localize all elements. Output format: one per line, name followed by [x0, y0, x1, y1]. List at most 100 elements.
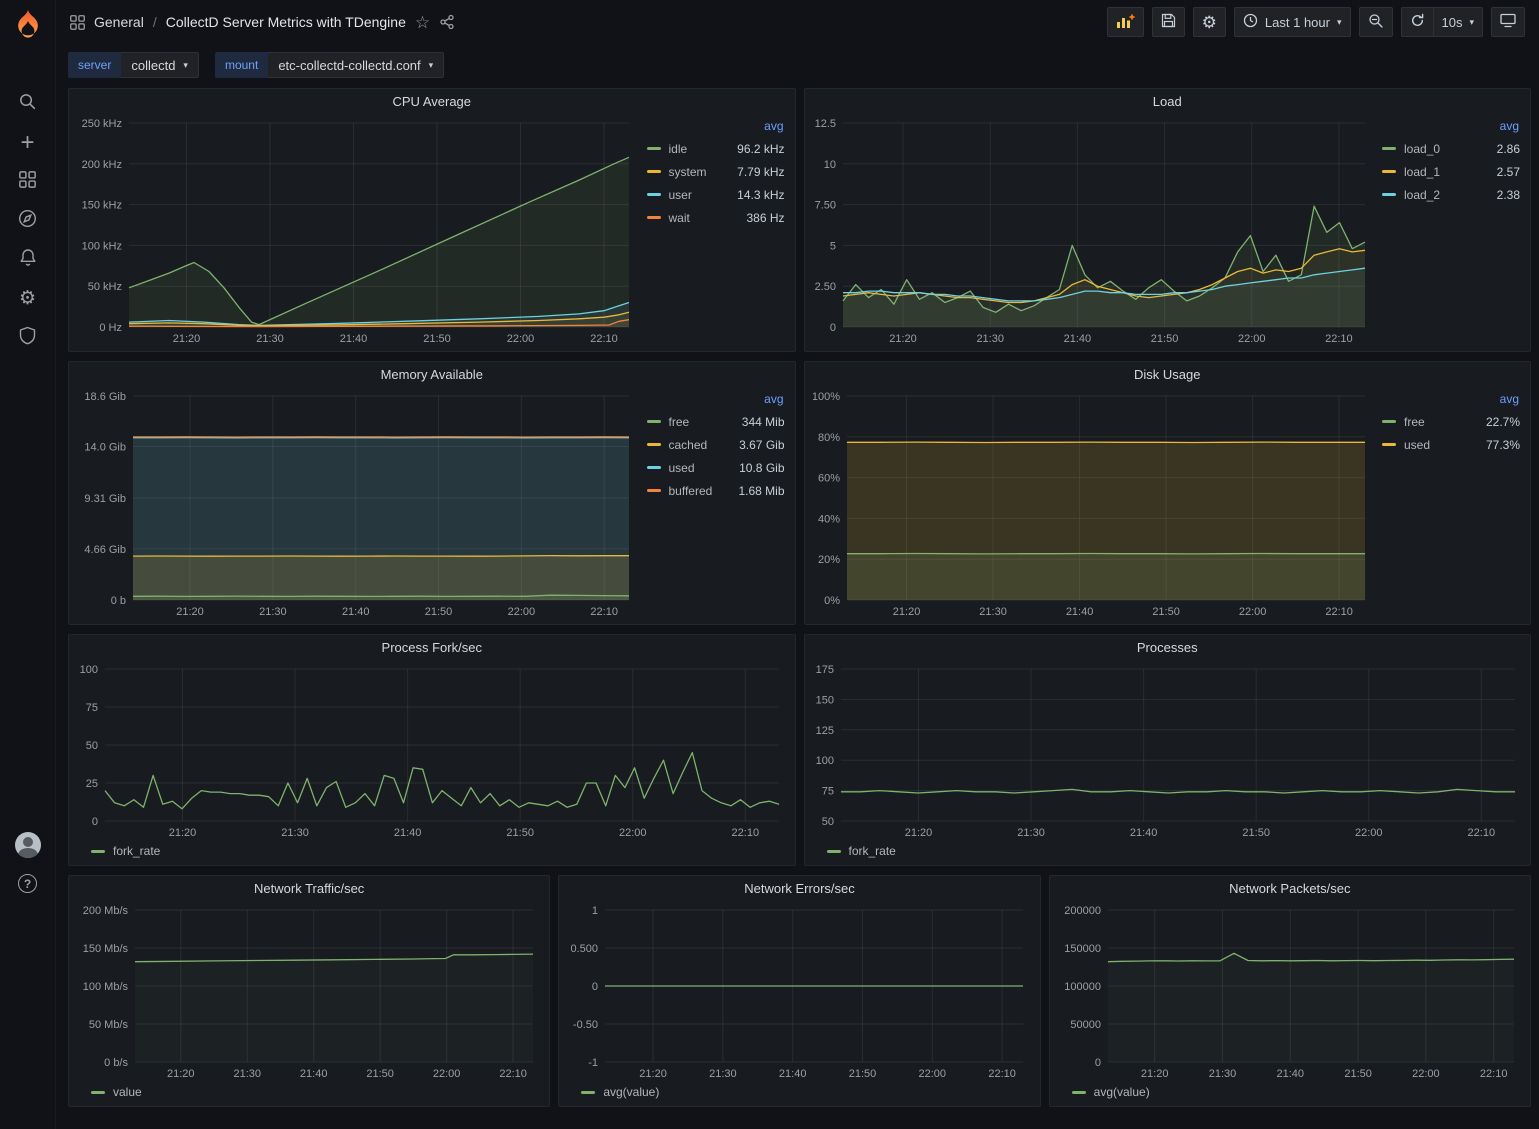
- sidebar-item-configuration[interactable]: ⚙: [0, 279, 56, 318]
- panel-title[interactable]: Network Traffic/sec: [69, 876, 549, 902]
- panel-title[interactable]: Network Packets/sec: [1050, 876, 1530, 902]
- svg-text:21:30: 21:30: [259, 606, 287, 618]
- star-icon[interactable]: ☆: [415, 14, 430, 31]
- legend-item[interactable]: fork_rate: [91, 841, 160, 861]
- legend-series-label: used: [1404, 438, 1430, 452]
- refresh-interval-label: 10s: [1442, 15, 1463, 30]
- svg-text:50 Mb/s: 50 Mb/s: [89, 1019, 129, 1031]
- chart-plot[interactable]: -1-0.5000.500121:2021:3021:4021:5022:002…: [567, 902, 1031, 1082]
- legend-item[interactable]: buffered1.68 Mib: [647, 479, 785, 502]
- chart-plot[interactable]: 05000010000015000020000021:2021:3021:402…: [1058, 902, 1522, 1082]
- legend-swatch: [91, 1091, 105, 1094]
- legend-item[interactable]: free22.7%: [1382, 410, 1520, 433]
- legend-item[interactable]: avg(value): [1072, 1082, 1150, 1102]
- svg-text:200 kHz: 200 kHz: [82, 159, 122, 171]
- refresh-button[interactable]: [1401, 7, 1433, 37]
- panel-processes: Processes 507510012515017521:2021:3021:4…: [804, 634, 1532, 866]
- monitor-icon: [1500, 13, 1516, 31]
- panel-load: Load 02.5057.501012.521:2021:3021:4021:5…: [804, 88, 1532, 352]
- legend-item[interactable]: wait386 Hz: [647, 206, 785, 229]
- chart-plot[interactable]: 0 b4.66 Gib9.31 Gib14.0 Gib18.6 Gib21:20…: [77, 388, 637, 620]
- time-range-picker[interactable]: Last 1 hour ▾: [1234, 7, 1351, 37]
- variable-value-mount[interactable]: etc-collectd-collectd.conf ▾: [268, 52, 444, 78]
- legend-swatch: [647, 170, 661, 173]
- panel-network-traffic: Network Traffic/sec 0 b/s50 Mb/s100 Mb/s…: [68, 875, 550, 1107]
- legend-series-label: buffered: [669, 484, 713, 498]
- panel-title[interactable]: Processes: [805, 635, 1531, 661]
- legend-item[interactable]: value: [91, 1082, 142, 1102]
- svg-text:22:10: 22:10: [989, 1068, 1017, 1080]
- svg-text:75: 75: [86, 702, 98, 714]
- legend-item[interactable]: free344 Mib: [647, 410, 785, 433]
- svg-text:20%: 20%: [817, 554, 839, 566]
- add-panel-button[interactable]: [1107, 7, 1144, 37]
- chart-plot[interactable]: 0 b/s50 Mb/s100 Mb/s150 Mb/s200 Mb/s21:2…: [77, 902, 541, 1082]
- legend-series-label: avg(value): [603, 1085, 659, 1099]
- panel-title[interactable]: Network Errors/sec: [559, 876, 1039, 902]
- legend-item[interactable]: load_02.86: [1382, 137, 1520, 160]
- svg-text:22:00: 22:00: [1412, 1068, 1440, 1080]
- legend-item[interactable]: cached3.67 Gib: [647, 433, 785, 456]
- svg-text:80%: 80%: [817, 432, 839, 444]
- dashboard-title[interactable]: CollectD Server Metrics with TDengine: [166, 14, 406, 30]
- chart-plot[interactable]: 507510012515017521:2021:3021:4021:5022:0…: [813, 661, 1523, 841]
- legend-swatch: [647, 216, 661, 219]
- svg-text:21:20: 21:20: [176, 606, 204, 618]
- chart-plot[interactable]: 025507510021:2021:3021:4021:5022:0022:10: [77, 661, 787, 841]
- svg-text:22:00: 22:00: [1237, 333, 1265, 345]
- legend-item[interactable]: avg(value): [581, 1082, 659, 1102]
- svg-text:2.50: 2.50: [814, 281, 835, 293]
- sidebar-item-profile[interactable]: [0, 825, 56, 864]
- legend-item[interactable]: load_12.57: [1382, 160, 1520, 183]
- legend: fork_rate: [77, 841, 787, 861]
- legend-item[interactable]: used77.3%: [1382, 433, 1520, 456]
- legend-series-value: 386 Hz: [746, 211, 784, 225]
- grafana-logo-icon[interactable]: [11, 8, 45, 42]
- svg-text:21:20: 21:20: [173, 333, 201, 345]
- legend-series-label: free: [1404, 415, 1425, 429]
- sidebar-item-search[interactable]: [0, 84, 56, 123]
- legend-avg-header: avg: [1382, 388, 1520, 410]
- chart-plot[interactable]: 0%20%40%60%80%100%21:2021:3021:4021:5022…: [813, 388, 1373, 620]
- sidebar-item-create[interactable]: +: [0, 123, 56, 162]
- legend-series-label: cached: [669, 438, 708, 452]
- sidebar-item-alerting[interactable]: [0, 240, 56, 279]
- tv-mode-button[interactable]: [1491, 7, 1525, 37]
- svg-text:22:10: 22:10: [590, 606, 618, 618]
- svg-text:21:40: 21:40: [342, 606, 370, 618]
- legend-item[interactable]: used10.8 Gib: [647, 456, 785, 479]
- variable-value-server[interactable]: collectd ▾: [121, 52, 199, 78]
- breadcrumb-section[interactable]: General: [94, 14, 144, 30]
- legend-swatch: [1382, 420, 1396, 423]
- sidebar-item-explore[interactable]: [0, 201, 56, 240]
- chart-plot[interactable]: 02.5057.501012.521:2021:3021:4021:5022:0…: [813, 115, 1373, 347]
- legend-swatch: [91, 850, 105, 853]
- zoom-out-button[interactable]: [1359, 7, 1393, 37]
- dashboard-settings-button[interactable]: ⚙: [1193, 7, 1226, 37]
- svg-text:22:00: 22:00: [919, 1068, 947, 1080]
- gear-icon: ⚙: [19, 289, 36, 308]
- panel-title[interactable]: Memory Available: [69, 362, 795, 388]
- legend-item[interactable]: load_22.38: [1382, 183, 1520, 206]
- svg-text:0.500: 0.500: [571, 943, 599, 955]
- legend-item[interactable]: user14.3 kHz: [647, 183, 785, 206]
- legend-item[interactable]: idle96.2 kHz: [647, 137, 785, 160]
- svg-text:0%: 0%: [824, 595, 840, 607]
- panel-title[interactable]: CPU Average: [69, 89, 795, 115]
- panel-title[interactable]: Load: [805, 89, 1531, 115]
- legend-item[interactable]: fork_rate: [827, 841, 896, 861]
- save-dashboard-button[interactable]: [1152, 7, 1185, 37]
- legend-item[interactable]: system7.79 kHz: [647, 160, 785, 183]
- refresh-interval-picker[interactable]: 10s ▾: [1433, 7, 1484, 37]
- sidebar-item-server-admin[interactable]: [0, 318, 56, 357]
- sidebar-item-dashboards[interactable]: [0, 162, 56, 201]
- legend-series-label: idle: [669, 142, 688, 156]
- sidebar-item-help[interactable]: ?: [0, 864, 56, 903]
- share-icon[interactable]: [439, 14, 455, 30]
- svg-text:22:00: 22:00: [507, 333, 535, 345]
- svg-text:1: 1: [592, 905, 598, 917]
- svg-text:60%: 60%: [817, 473, 839, 485]
- panel-title[interactable]: Disk Usage: [805, 362, 1531, 388]
- panel-title[interactable]: Process Fork/sec: [69, 635, 795, 661]
- chart-plot[interactable]: 0 Hz50 kHz100 kHz150 kHz200 kHz250 kHz21…: [77, 115, 637, 347]
